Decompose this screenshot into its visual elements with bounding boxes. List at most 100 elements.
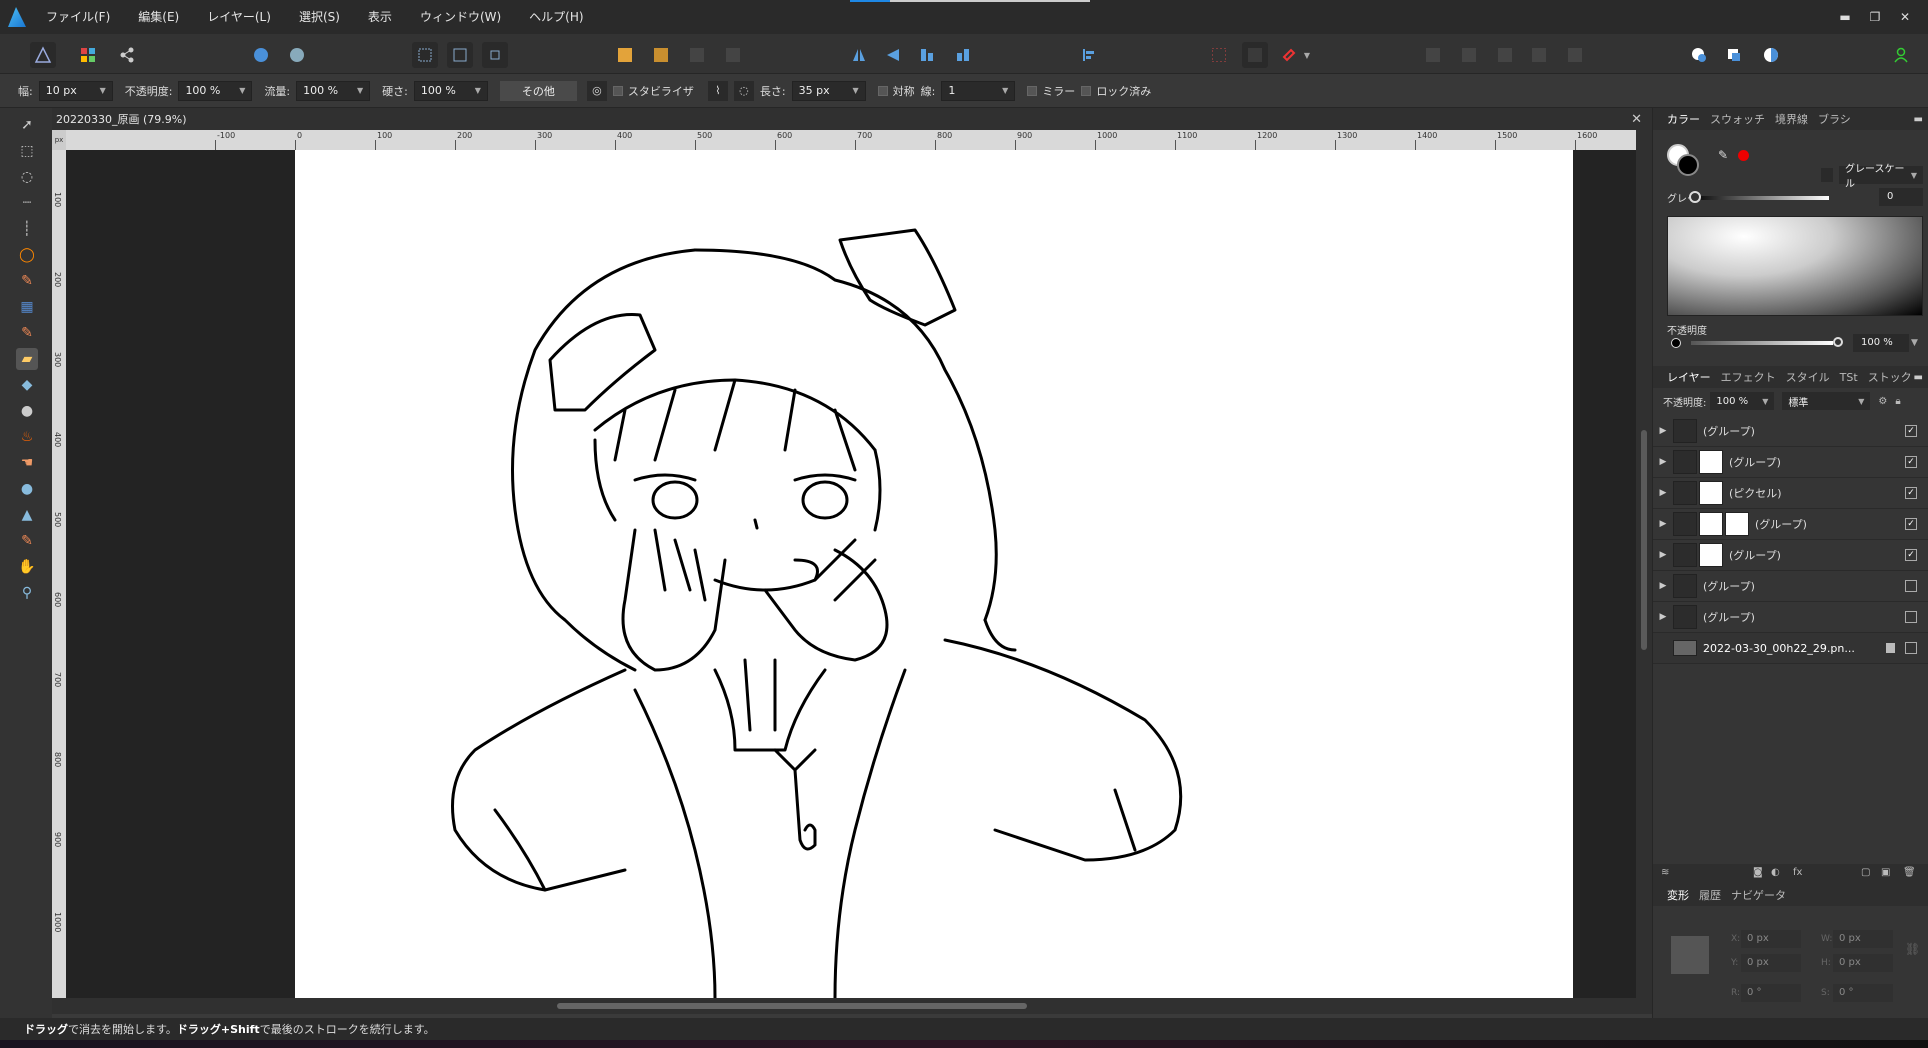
group-icon[interactable]: ▣ [1881,867,1895,881]
lines-field[interactable]: 1 ▼ [941,80,1016,101]
rectangle-marquee-icon[interactable]: ⬚ [16,140,38,162]
rotate-left-icon[interactable] [914,42,940,68]
mirror-checkbox[interactable] [1027,85,1038,96]
flip-vertical-icon[interactable] [880,42,906,68]
expand-triangle-icon[interactable]: ▶ [1653,550,1673,560]
blend-mode-select[interactable]: 標準 ▼ [1782,392,1871,410]
visibility-checkbox[interactable] [1905,642,1917,654]
tab-stroke[interactable]: 境界線 [1775,111,1808,127]
tab-swatches[interactable]: スウォッチ [1710,111,1765,127]
rotation-field[interactable]: 0 ° [1741,984,1801,1002]
grey-slider-knob[interactable] [1689,191,1701,203]
grey-picker-area[interactable] [1667,216,1923,316]
grid-snap-icon[interactable] [1206,42,1232,68]
smudge-tool-icon[interactable]: ☚ [16,452,38,474]
liquify-persona-icon[interactable] [248,42,274,68]
selection-brush-icon[interactable]: ✎ [16,270,38,292]
menu-file[interactable]: ファイル(F) [32,0,124,34]
mask-mode-icon[interactable] [1758,42,1784,68]
canvas-artwork[interactable] [295,150,1573,998]
layer-row[interactable]: ▶ (ピクセル) ✓ [1653,478,1928,509]
row-marquee-icon[interactable]: ┈ [16,192,38,214]
zoom-tool-icon[interactable]: ⚲ [16,582,38,604]
column-marquee-icon[interactable]: ┊ [16,218,38,240]
tab-transform[interactable]: 変形 [1667,887,1689,903]
expand-triangle-icon[interactable]: ▶ [1653,457,1673,467]
fx-icon[interactable]: fx [1793,867,1807,881]
invert-selection-icon[interactable] [482,42,508,68]
zoom-lens-icon[interactable]: ● [16,400,38,422]
expand-triangle-icon[interactable]: ▶ [1653,488,1673,498]
gear-icon[interactable]: ⚙ [1878,396,1887,407]
tab-history[interactable]: 履歴 [1699,887,1721,903]
picked-colour-swatch[interactable] [1738,150,1749,161]
menu-help[interactable]: ヘルプ(H) [515,0,597,34]
tab-layers[interactable]: レイヤー [1667,369,1711,385]
secondary-colour-swatch[interactable] [1677,154,1699,176]
opacity-field[interactable]: 100 % ▼ [178,80,253,101]
layer-opacity-field[interactable]: 100 % ▼ [1710,392,1775,410]
photo-persona-icon[interactable] [30,42,56,68]
layer-row[interactable]: ▶ (グループ) ✓ [1653,416,1928,447]
refine-selection-icon[interactable] [1721,42,1747,68]
boolean-intersect-icon[interactable] [1492,42,1518,68]
fill-bucket-icon[interactable]: ◆ [16,374,38,396]
arrange-forward-icon[interactable] [648,42,674,68]
stabilizer-checkbox[interactable] [612,85,623,96]
document-tab[interactable]: 20220330_原画 (79.9%) ✕ [52,108,1652,130]
snapping-magnet-icon[interactable] [1276,42,1302,68]
expand-triangle-icon[interactable]: ▶ [1653,426,1673,436]
vertical-scrollbar[interactable] [1636,130,1652,998]
tab-navigator[interactable]: ナビゲータ [1731,887,1786,903]
tab-effects[interactable]: エフェクト [1721,369,1776,385]
panel-menu-icon[interactable]: ▬ [1914,372,1923,383]
layer-row[interactable]: ▶ (グループ) ✓ [1653,509,1928,540]
eraser-brush-icon[interactable]: ▰ [16,348,38,370]
window-mode-icon[interactable]: ◌ [733,80,754,101]
color-picker-icon[interactable]: ✎ [16,530,38,552]
visibility-checkbox[interactable]: ✓ [1905,456,1917,468]
layer-row[interactable]: ▶ (グループ) ✓ [1653,447,1928,478]
mask-layer-icon[interactable]: ◙ [1753,867,1767,881]
crop-grid-icon[interactable]: ▦ [16,296,38,318]
visibility-checkbox[interactable]: ✓ [1905,549,1917,561]
lock-icon[interactable] [1821,168,1833,182]
adjustment-icon[interactable]: ◐ [1771,867,1785,881]
pixel-persona-icon[interactable] [75,42,101,68]
app-logo-icon[interactable] [0,0,32,34]
flip-horizontal-icon[interactable] [846,42,872,68]
close-icon[interactable]: ✕ [1890,10,1920,24]
freehand-selection-icon[interactable]: ◯ [16,244,38,266]
minimize-icon[interactable]: ▬ [1830,10,1860,24]
visibility-checkbox[interactable] [1905,580,1917,592]
move-tool-icon[interactable]: ➚ [16,114,38,136]
layers-stack-icon[interactable]: ≋ [1661,867,1675,881]
layer-row[interactable]: ▶ (グループ) [1653,602,1928,633]
snapping-dropdown-icon[interactable]: ▼ [1300,42,1314,68]
visibility-checkbox[interactable]: ✓ [1905,518,1917,530]
develop-persona-icon[interactable] [284,42,310,68]
restore-icon[interactable]: ❐ [1860,10,1890,24]
locked-checkbox[interactable] [1081,85,1092,96]
expand-triangle-icon[interactable]: ▶ [1653,519,1673,529]
layer-row[interactable]: ▶ (グループ) [1653,571,1928,602]
force-pressure-icon[interactable]: ◎ [586,80,607,101]
ellipse-marquee-icon[interactable]: ◌ [16,166,38,188]
panel-menu-icon[interactable]: ▬ [1914,114,1923,125]
layer-row[interactable]: ▶ (グループ) ✓ [1653,540,1928,571]
deselect-icon[interactable] [447,42,473,68]
horizontal-scrollbar[interactable] [52,998,1652,1014]
w-field[interactable]: 0 px [1833,930,1893,948]
vertical-scroll-thumb[interactable] [1641,430,1647,650]
rope-mode-icon[interactable]: ⌇ [707,80,728,101]
share-icon[interactable] [114,42,140,68]
trash-icon[interactable]: 🗑︎ [1903,867,1917,881]
anchor-selector[interactable] [1671,936,1709,974]
snap-options-icon[interactable] [1242,42,1268,68]
menu-select[interactable]: 選択(S) [285,0,354,34]
paint-brush-icon[interactable]: ✎ [16,322,38,344]
shear-field[interactable]: 0 ° [1833,984,1893,1002]
menu-layer[interactable]: レイヤー(L) [193,0,285,34]
grey-value-field[interactable]: 0 [1879,188,1923,206]
boolean-xor-icon[interactable] [1526,42,1552,68]
